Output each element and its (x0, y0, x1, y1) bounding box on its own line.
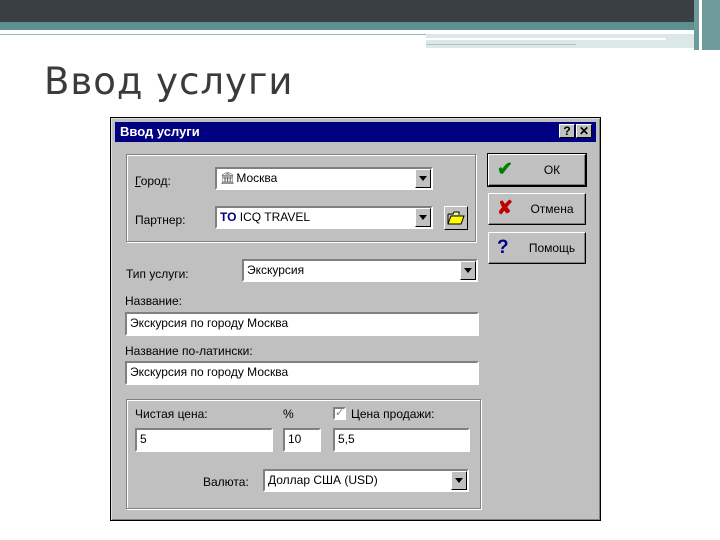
sale-price-label: Цена продажи: (351, 407, 435, 421)
city-label-text: ород: (140, 174, 171, 188)
partner-select[interactable]: TO ICQ TRAVEL (215, 206, 433, 229)
name-input[interactable]: Экскурсия по городу Москва (125, 312, 479, 336)
chevron-down-icon[interactable] (415, 169, 431, 188)
partner-prefix-badge: TO (220, 210, 237, 224)
slide-header-accent (0, 22, 720, 30)
partner-value: ICQ TRAVEL (239, 210, 311, 224)
slide-title: Ввод услуги (44, 60, 294, 103)
chevron-down-icon[interactable] (451, 471, 467, 490)
currency-label: Валюта: (203, 475, 249, 489)
net-price-label: Чистая цена: (135, 407, 208, 421)
slide-corner-stripe (699, 0, 702, 50)
cancel-button-label: Отмена (530, 202, 574, 216)
dialog-titlebar: Ввод услуги ? ✕ (115, 122, 596, 142)
percent-label: % (283, 407, 294, 421)
service-type-value: Экскурсия (247, 263, 305, 277)
service-type-select[interactable]: Экскурсия (242, 259, 478, 282)
slide-corner-block (694, 0, 720, 50)
sale-price-checkbox[interactable]: ✓ (333, 407, 346, 420)
name-latin-label: Название по-латински: (125, 344, 253, 358)
checkmark-icon: ✔ (497, 159, 513, 180)
slide-divider-block (426, 34, 694, 48)
partner-browse-button[interactable] (444, 206, 468, 230)
slide-divider-highlight (426, 38, 666, 40)
folder-open-icon (447, 211, 465, 225)
chevron-down-icon[interactable] (415, 208, 431, 227)
name-label: Название: (125, 294, 182, 308)
chevron-down-icon[interactable] (460, 261, 476, 280)
sale-price-input[interactable]: 5,5 (333, 428, 470, 452)
slide-divider-line (0, 34, 430, 35)
ok-button[interactable]: ✔ ОК (487, 153, 587, 187)
net-price-input[interactable]: 5 (135, 428, 273, 452)
city-label: Город: (135, 174, 171, 188)
service-type-label: Тип услуги: (126, 267, 189, 281)
percent-input[interactable]: 10 (283, 428, 321, 452)
name-latin-input[interactable]: Экскурсия по городу Москва (125, 361, 479, 385)
partner-label: Партнер: (135, 213, 186, 227)
x-mark-icon: ✘ (497, 198, 513, 219)
help-button-label: Помощь (528, 241, 576, 255)
cancel-button[interactable]: ✘ Отмена (488, 193, 586, 225)
ok-button-label: ОК (543, 163, 561, 177)
currency-select[interactable]: Доллар США (USD) (263, 469, 469, 492)
currency-value: Доллар США (USD) (268, 473, 378, 487)
help-button[interactable]: ? Помощь (488, 232, 586, 264)
slide-header-band (0, 0, 720, 22)
city-value: Москва (236, 171, 278, 185)
building-icon: 🏛 (220, 171, 236, 185)
slide-divider-line-short (426, 44, 576, 45)
dialog-title: Ввод услуги (120, 124, 200, 139)
question-icon: ? (497, 237, 509, 258)
close-button[interactable]: ✕ (576, 124, 592, 138)
help-title-button[interactable]: ? (559, 124, 575, 138)
city-select[interactable]: 🏛 Москва (215, 167, 433, 190)
service-entry-dialog: Ввод услуги ? ✕ Город: 🏛 Москва Партнер:… (110, 117, 601, 521)
